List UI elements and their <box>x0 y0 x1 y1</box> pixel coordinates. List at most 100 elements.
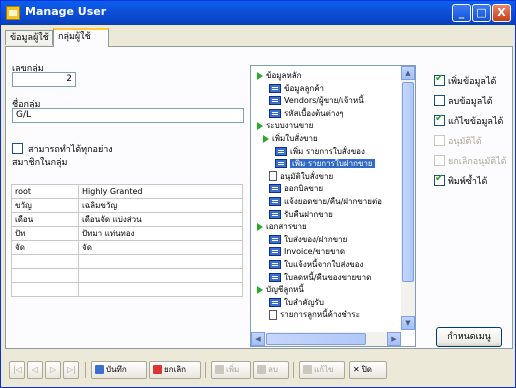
tree-item-label: Invoice/ขายขาด <box>284 247 346 257</box>
tree-item-label: ใบสำคัญรับ <box>284 297 324 307</box>
toolbar-separator <box>205 362 206 378</box>
tree-item-label: อนุมัติใบสั่งขาย <box>280 171 334 181</box>
tree-item[interactable]: แจ้งยอดขาย/คืน/ฝากขายต่อ <box>269 196 382 208</box>
table-row[interactable]: root Highly Granted <box>11 184 243 199</box>
scroll-left-icon[interactable]: ◀ <box>251 332 265 346</box>
tree-item[interactable]: ออกบิลขาย <box>269 183 323 195</box>
exit-label: ปิด <box>361 365 372 374</box>
hscroll-thumb[interactable] <box>266 333 366 345</box>
prev-record-button[interactable]: ◁ <box>27 361 43 379</box>
cancel-button[interactable]: ยกเลิก <box>149 361 201 379</box>
tree-item[interactable]: รหัสเบื้องต้นต่างๆ <box>269 108 344 120</box>
scroll-down-icon[interactable]: ▼ <box>401 316 415 330</box>
tree-item-label: เพิ่มใบสั่งขาย <box>272 134 318 143</box>
tree-item[interactable]: ข้อมูลลูกค้า <box>269 83 324 95</box>
set-menu-button[interactable]: กำหนดเมนู <box>436 327 502 347</box>
add-button[interactable]: เพิ่ม <box>211 361 251 379</box>
edit-icon <box>303 365 312 374</box>
delete-icon <box>257 365 266 374</box>
tab-user-group[interactable]: กลุ่มผู้ใช้ <box>53 28 109 47</box>
folder-icon <box>257 71 263 80</box>
tree-item[interactable]: อนุมัติใบสั่งขาย <box>269 171 333 183</box>
exit-button[interactable]: ✕ ปิด <box>349 361 387 379</box>
minimize-button[interactable]: _ <box>452 4 471 22</box>
table-row[interactable]: ปัท ปัทมา แท่นทอง <box>11 226 243 241</box>
permission-label: อนุมัติได้ <box>448 137 482 147</box>
tree-item-label: เพิ่ม รายการใบฝากขาย <box>290 159 375 169</box>
empty-table-row <box>11 268 243 283</box>
first-record-button[interactable]: |◁ <box>9 361 25 379</box>
tree-item[interactable]: เพิ่มใบสั่งขาย <box>263 133 318 145</box>
manage-user-window: Manage User _ □ X ข้อมูลผู้ใช้ กลุ่มผู้ใ… <box>0 0 516 388</box>
tree-item[interactable]: บัญชีลูกหนี้ <box>257 284 304 296</box>
can-do-all-checkbox[interactable] <box>12 143 23 154</box>
table-row[interactable]: ขวัญ เฉลิมขวัญ <box>11 198 243 213</box>
tree-item[interactable]: เอกสารขาย <box>257 221 307 233</box>
tree-item[interactable]: Invoice/ขายขาด <box>269 246 345 258</box>
folder-icon <box>263 134 269 143</box>
form-icon <box>269 83 281 93</box>
save-button[interactable]: บันทึก <box>91 361 147 379</box>
tab-user-info[interactable]: ข้อมูลผู้ใช้ <box>5 30 53 45</box>
tree-item[interactable]: ข้อมูลหลัก <box>257 70 301 82</box>
edit-button[interactable]: แก้ไข <box>299 361 345 379</box>
permission-checkbox[interactable] <box>434 95 445 106</box>
menu-tree[interactable]: ข้อมูลหลัก ข้อมูลลูกค้า Vendors/ผู้ขาย/เจ้… <box>250 65 416 347</box>
save-icon <box>95 365 104 374</box>
permission-checkbox[interactable] <box>434 155 445 166</box>
group-no-field[interactable]: 2 <box>12 72 76 87</box>
scroll-right-icon[interactable]: ▶ <box>387 332 401 346</box>
tree-item[interactable]: ใบลดหนี้/คืนของขายขาด <box>269 272 371 284</box>
tree-item-label: รหัสเบื้องต้นต่างๆ <box>284 108 344 118</box>
cancel-label: ยกเลิก <box>164 365 187 374</box>
member-name-cell: Highly Granted <box>78 184 243 199</box>
next-record-button[interactable]: ▷ <box>45 361 61 379</box>
tree-item[interactable]: Vendors/ผู้ขาย/เจ้าหนี้ <box>269 95 364 107</box>
title-bar[interactable]: Manage User _ □ X <box>1 1 515 25</box>
table-row[interactable]: เดือน เดือนจัด แบ่งส่วน <box>11 212 243 227</box>
delete-button[interactable]: ลบ <box>253 361 289 379</box>
permission-label: ยกเลิกอนุมัติได้ <box>448 157 507 167</box>
permission-checkbox[interactable] <box>434 113 445 126</box>
tree-item[interactable]: รับคืนฝากขาย <box>269 209 333 221</box>
tree-item[interactable]: ใบส่งของ/ฝากขาย <box>269 234 347 246</box>
empty-table-row <box>11 282 243 297</box>
tree-item-label: เพิ่ม รายการใบสั่งของ <box>290 146 365 156</box>
tree-item[interactable]: เพิ่ม รายการใบฝากขาย <box>275 158 375 170</box>
tree-horizontal-scrollbar[interactable]: ◀ ▶ <box>251 332 401 346</box>
permission-checkbox[interactable] <box>434 73 445 86</box>
members-table: root Highly Granted ขวัญ เฉลิมขวัญ เดือน เดือ… <box>11 184 243 297</box>
permission-label: แก้ไขข้อมูลได้ <box>448 117 504 127</box>
member-user-cell: เดือน <box>11 212 79 227</box>
add-label: เพิ่ม <box>226 365 240 374</box>
tree-item-label: รายการลูกหนี้ค้างชำระ <box>280 310 360 320</box>
tree-item[interactable]: รายการลูกหนี้ค้างชำระ <box>269 309 360 321</box>
member-user-cell: จัด <box>11 240 79 255</box>
group-name-field[interactable]: G/L <box>12 108 244 123</box>
form-icon <box>269 197 281 206</box>
permission-checkbox[interactable] <box>434 173 445 186</box>
close-button[interactable]: X <box>492 4 511 22</box>
scroll-thumb[interactable] <box>402 82 414 282</box>
member-user-cell: ขวัญ <box>11 198 79 213</box>
member-name-cell: เฉลิมขวัญ <box>78 198 243 213</box>
last-record-button[interactable]: ▷| <box>63 361 79 379</box>
doc-icon <box>269 309 277 320</box>
tree-item[interactable]: ใบสำคัญรับ <box>269 297 324 309</box>
tree-vertical-scrollbar[interactable]: ▲ ▼ <box>401 66 415 330</box>
scroll-up-icon[interactable]: ▲ <box>401 66 415 80</box>
permission-label: พิมพ์ซ้ำได้ <box>448 177 488 187</box>
tree-item[interactable]: ระบบงานขาย <box>257 120 313 132</box>
table-row[interactable]: จัด จัด <box>11 240 243 255</box>
tree-item[interactable]: ใบแจ้งหนี้จากใบส่งของ <box>269 259 363 271</box>
folder-icon <box>257 121 263 130</box>
tree-item[interactable]: เพิ่ม รายการใบสั่งของ <box>275 146 365 158</box>
permission-checkbox[interactable] <box>434 135 445 146</box>
form-icon <box>269 272 281 282</box>
window-title: Manage User <box>25 5 107 18</box>
tree-item-label: ใบแจ้งหนี้จากใบส่งของ <box>284 260 364 269</box>
save-label: บันทึก <box>106 365 127 374</box>
app-icon <box>6 6 20 20</box>
permission-label: เพิ่มข้อมูลได้ <box>448 77 497 87</box>
maximize-button[interactable]: □ <box>472 4 491 22</box>
